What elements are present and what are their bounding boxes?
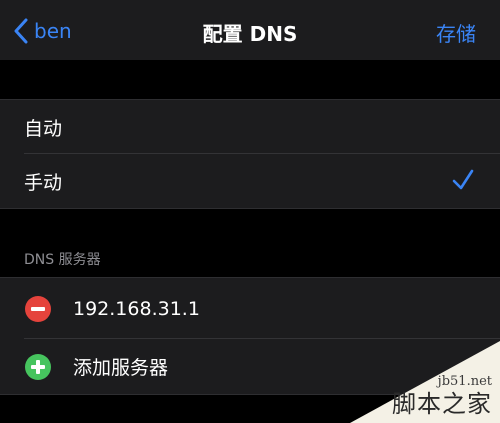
server-row: 192.168.31.1	[0, 278, 500, 339]
plus-circle-icon	[25, 353, 51, 380]
add-server-label: 添加服务器	[73, 357, 169, 379]
watermark-name: 脚本之家	[392, 390, 492, 418]
server-address[interactable]: 192.168.31.1	[73, 298, 200, 320]
configure-dns-screen: ben 配置 DNS 存储 自动 手动 DNS 服务器 192.168.31.1	[0, 0, 500, 423]
mode-option-label: 手动	[24, 171, 63, 194]
minus-bar	[31, 306, 45, 311]
dns-mode-group: 自动 手动	[0, 99, 500, 209]
plus-bar-vertical	[36, 359, 40, 374]
watermark: jb51.net 脚本之家	[350, 341, 500, 423]
minus-circle-icon[interactable]	[25, 295, 51, 322]
mode-option-label: 自动	[24, 117, 63, 140]
mode-option-manual[interactable]: 手动	[0, 154, 500, 208]
navigation-bar: ben 配置 DNS 存储	[0, 0, 500, 60]
mode-option-automatic[interactable]: 自动	[0, 100, 500, 154]
checkmark-icon	[452, 169, 474, 190]
section-header-dns-servers: DNS 服务器	[24, 252, 101, 268]
page-title: 配置 DNS	[202, 22, 298, 46]
save-button[interactable]: 存储	[436, 18, 476, 47]
